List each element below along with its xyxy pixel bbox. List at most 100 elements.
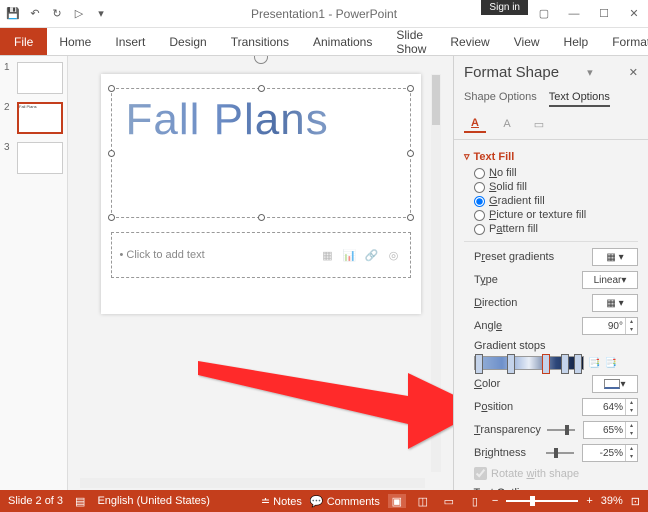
color-button[interactable]: ▾ bbox=[592, 375, 638, 393]
pane-tab-text-options[interactable]: Text Options bbox=[549, 89, 610, 107]
minimize-button[interactable]: — bbox=[560, 2, 588, 26]
radio-picture-fill[interactable]: Picture or texture fill bbox=[474, 209, 638, 221]
signin-button[interactable]: Sign in bbox=[481, 0, 528, 15]
title-textbox[interactable]: Fall Plans bbox=[111, 88, 411, 218]
section-text-fill[interactable]: ▿Text Fill bbox=[464, 150, 638, 163]
transparency-row: Transparency 65%▴▾ bbox=[474, 421, 638, 439]
pane-title: Format Shape bbox=[464, 64, 559, 81]
pane-menu-button[interactable]: ▾ bbox=[587, 66, 593, 79]
transparency-slider[interactable] bbox=[547, 429, 577, 431]
gradient-bar[interactable] bbox=[474, 356, 584, 370]
tab-design[interactable]: Design bbox=[157, 28, 218, 55]
tab-transitions[interactable]: Transitions bbox=[219, 28, 301, 55]
textbox-icon[interactable]: ▭ bbox=[528, 115, 550, 133]
text-fill-outline-icon[interactable]: A bbox=[464, 115, 486, 133]
rotate-with-shape-label: Rotate with shape bbox=[491, 468, 579, 480]
resize-handle-nw[interactable] bbox=[108, 85, 115, 92]
spellcheck-icon[interactable]: ▤ bbox=[75, 495, 85, 508]
resize-handle-w[interactable] bbox=[108, 150, 115, 157]
thumb-preview bbox=[17, 62, 63, 94]
tab-animations[interactable]: Animations bbox=[301, 28, 384, 55]
undo-button[interactable]: ↶ bbox=[26, 5, 44, 23]
section-text-fill-label: Text Fill bbox=[474, 151, 515, 163]
thumb-2[interactable]: 2 Fall Plans bbox=[4, 102, 63, 134]
tab-format[interactable]: Format bbox=[600, 28, 648, 55]
zoom-slider[interactable] bbox=[506, 500, 578, 502]
transparency-input[interactable]: 65%▴▾ bbox=[583, 421, 638, 439]
thumb-number: 3 bbox=[4, 142, 14, 153]
vertical-scrollbar[interactable] bbox=[431, 74, 441, 472]
redo-button[interactable]: ↻ bbox=[48, 5, 66, 23]
brightness-slider[interactable] bbox=[546, 452, 576, 454]
radio-solid-fill[interactable]: Solid fill bbox=[474, 181, 638, 193]
direction-button[interactable]: ▦ ▾ bbox=[592, 294, 638, 312]
resize-handle-sw[interactable] bbox=[108, 214, 115, 221]
sorter-view-button[interactable]: ◫ bbox=[414, 494, 432, 508]
pane-tab-shape-options[interactable]: Shape Options bbox=[464, 89, 537, 107]
type-dropdown[interactable]: Linear ▾ bbox=[582, 271, 638, 289]
tab-home[interactable]: Home bbox=[47, 28, 103, 55]
tab-slideshow[interactable]: Slide Show bbox=[384, 28, 438, 55]
smartart-icon[interactable]: 🔗 bbox=[364, 247, 380, 263]
3d-icon[interactable]: ◎ bbox=[386, 247, 402, 263]
tab-help[interactable]: Help bbox=[552, 28, 601, 55]
comments-button[interactable]: 💬 Comments bbox=[310, 495, 380, 508]
type-row: Type Linear ▾ bbox=[474, 271, 638, 289]
chart-icon[interactable]: 📊 bbox=[342, 247, 358, 263]
position-input[interactable]: 64%▴▾ bbox=[582, 398, 638, 416]
resize-handle-n[interactable] bbox=[258, 85, 265, 92]
placeholder-text: • Click to add text bbox=[120, 249, 205, 261]
tab-review[interactable]: Review bbox=[438, 28, 501, 55]
customize-qat-button[interactable]: ▾ bbox=[92, 5, 110, 23]
close-button[interactable]: ✕ bbox=[620, 2, 648, 26]
tab-insert[interactable]: Insert bbox=[103, 28, 157, 55]
rotate-with-shape-checkbox bbox=[474, 467, 487, 480]
resize-handle-e[interactable] bbox=[407, 150, 414, 157]
radio-pattern-fill[interactable]: Pattern fill bbox=[474, 223, 638, 235]
rotation-handle[interactable] bbox=[254, 56, 268, 64]
format-shape-pane: Format Shape ▾ ✕ Shape Options Text Opti… bbox=[453, 56, 648, 490]
preset-gradients-button[interactable]: ▦ ▾ bbox=[592, 248, 638, 266]
zoom-in-button[interactable]: + bbox=[586, 495, 592, 507]
radio-gradient-fill[interactable]: Gradient fill bbox=[474, 195, 638, 207]
slide-indicator[interactable]: Slide 2 of 3 bbox=[8, 495, 63, 507]
resize-handle-s[interactable] bbox=[258, 214, 265, 221]
zoom-out-button[interactable]: − bbox=[492, 495, 498, 507]
normal-view-button[interactable]: ▣ bbox=[388, 494, 406, 508]
pane-close-button[interactable]: ✕ bbox=[629, 66, 638, 79]
angle-row: Angle 90°▴▾ bbox=[474, 317, 638, 335]
text-effects-icon[interactable]: A bbox=[496, 115, 518, 133]
thumb-1[interactable]: 1 bbox=[4, 62, 63, 94]
start-from-beginning-button[interactable]: ▷ bbox=[70, 5, 88, 23]
radio-no-fill[interactable]: No fill bbox=[474, 167, 638, 179]
remove-stop-button[interactable]: 📑 bbox=[604, 358, 616, 369]
reading-view-button[interactable]: ▭ bbox=[440, 494, 458, 508]
slide-2[interactable]: Fall Plans • Click to add text ▦ 📊 🔗 ◎ bbox=[101, 74, 421, 314]
gradient-stops-editor[interactable]: 📑 📑 bbox=[474, 356, 638, 370]
resize-handle-se[interactable] bbox=[407, 214, 414, 221]
brightness-input[interactable]: -25%▴▾ bbox=[582, 444, 638, 462]
maximize-button[interactable]: ☐ bbox=[590, 2, 618, 26]
notes-button[interactable]: ≐ Notes bbox=[261, 495, 302, 508]
zoom-level[interactable]: 39% bbox=[601, 495, 623, 507]
slide-canvas: Fall Plans • Click to add text ▦ 📊 🔗 ◎ bbox=[68, 56, 453, 490]
fit-to-window-button[interactable]: ⊡ bbox=[631, 495, 640, 508]
slideshow-view-button[interactable]: ▯ bbox=[466, 494, 484, 508]
tab-view[interactable]: View bbox=[502, 28, 552, 55]
table-icon[interactable]: ▦ bbox=[320, 247, 336, 263]
ribbon-display-button[interactable]: ▢ bbox=[530, 2, 558, 26]
ribbon: File Home Insert Design Transitions Anim… bbox=[0, 28, 648, 56]
thumb-number: 2 bbox=[4, 102, 14, 113]
position-label: Position bbox=[474, 401, 576, 413]
language-button[interactable]: English (United States) bbox=[97, 495, 210, 507]
content-placeholder[interactable]: • Click to add text ▦ 📊 🔗 ◎ bbox=[111, 232, 411, 278]
save-button[interactable]: 💾 bbox=[4, 5, 22, 23]
add-stop-button[interactable]: 📑 bbox=[588, 358, 600, 369]
angle-input[interactable]: 90°▴▾ bbox=[582, 317, 638, 335]
thumb-preview bbox=[17, 142, 63, 174]
horizontal-scrollbar[interactable] bbox=[80, 478, 425, 488]
tab-file[interactable]: File bbox=[0, 28, 47, 55]
thumb-3[interactable]: 3 bbox=[4, 142, 63, 174]
resize-handle-ne[interactable] bbox=[407, 85, 414, 92]
gradient-stops-label: Gradient stops bbox=[474, 340, 638, 352]
